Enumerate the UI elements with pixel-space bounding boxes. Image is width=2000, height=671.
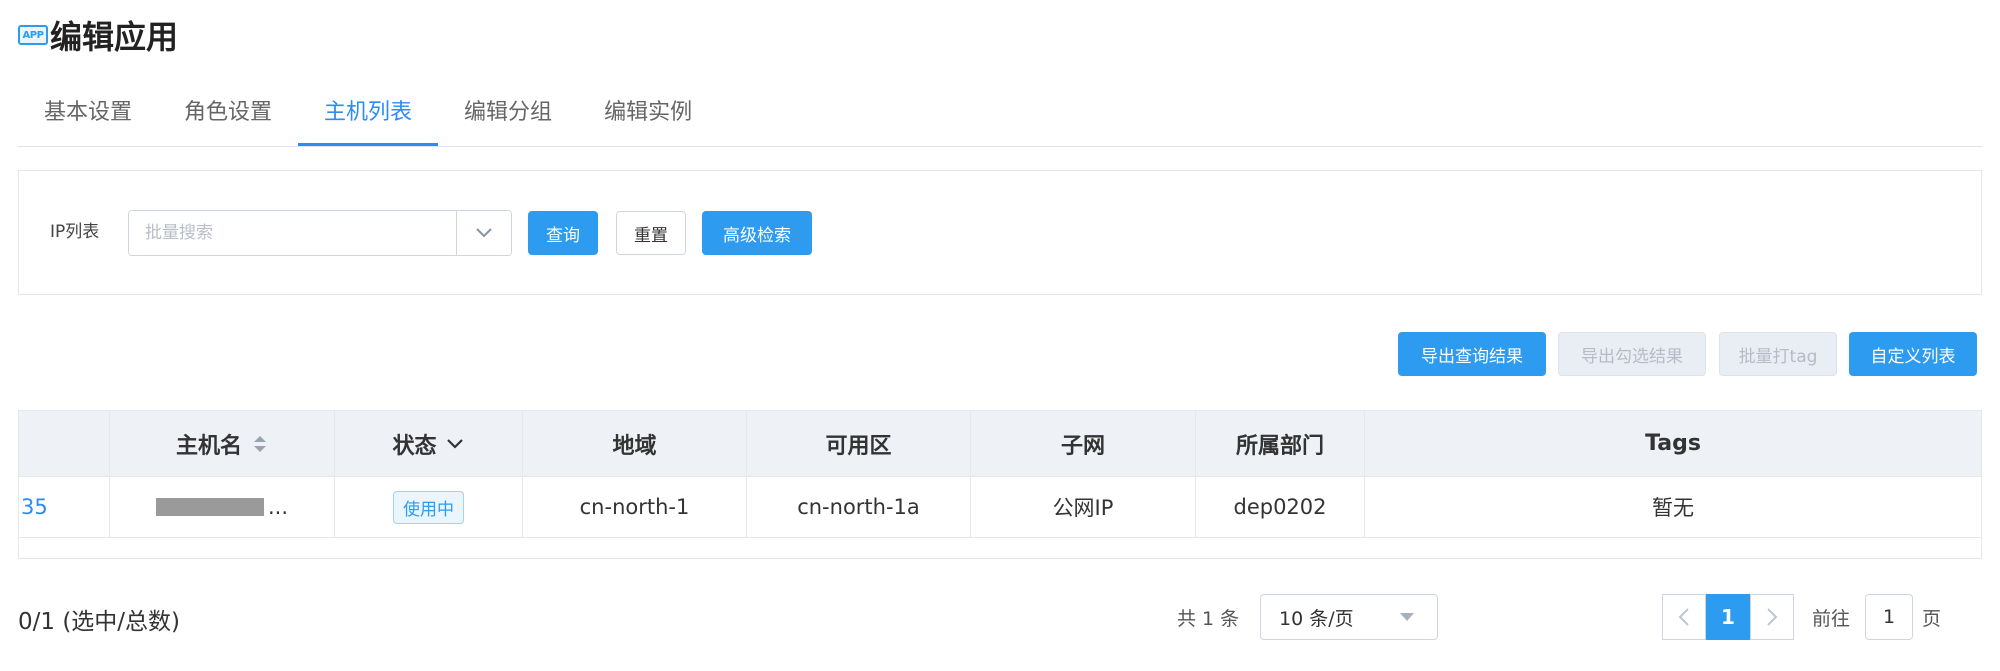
tab-basic-settings[interactable]: 基本设置 (18, 88, 158, 146)
table-header: 主机名 状态 地域 可用区 子网 所属部门 Tags (19, 411, 1981, 476)
search-dropdown-button[interactable] (456, 211, 511, 255)
page-size-value: 10 条/页 (1279, 607, 1354, 630)
page-number-current[interactable]: 1 (1706, 594, 1750, 640)
redacted-block (155, 498, 264, 516)
chevron-down-icon[interactable] (445, 437, 465, 451)
prev-page-button[interactable] (1662, 594, 1706, 640)
tab-host-list[interactable]: 主机列表 (298, 88, 439, 146)
caret-down-icon (1400, 613, 1414, 621)
reset-button[interactable]: 重置 (616, 211, 686, 255)
tab-edit-groups[interactable]: 编辑分组 (438, 88, 578, 146)
page-size-select[interactable]: 10 条/页 (1260, 594, 1438, 640)
row-zone: cn-north-1a (747, 477, 971, 537)
chevron-right-icon (1767, 608, 1778, 626)
header-department: 所属部门 (1196, 411, 1365, 476)
next-page-button[interactable] (1750, 594, 1794, 640)
row-region: cn-north-1 (523, 477, 747, 537)
ip-search-select[interactable] (128, 210, 512, 256)
selection-count: 0/1 (选中/总数) (18, 609, 181, 635)
header-checkbox-col (19, 411, 110, 476)
sort-icon[interactable] (252, 434, 268, 454)
ip-search-input[interactable] (129, 211, 456, 255)
batch-tag-button[interactable]: 批量打tag (1719, 332, 1837, 376)
page-unit-label: 页 (1922, 608, 1942, 630)
header-zone: 可用区 (747, 411, 971, 476)
header-hostname-label: 主机名 (175, 433, 242, 459)
host-table: 主机名 状态 地域 可用区 子网 所属部门 Tags 35 ... 使用中 cn… (18, 410, 1982, 559)
chevron-down-icon (476, 228, 492, 238)
header-tags: Tags (1645, 431, 1701, 456)
table-row: 35 ... 使用中 cn-north-1 cn-north-1a 公网IP d… (19, 476, 1981, 538)
row-subnet: 公网IP (971, 477, 1196, 537)
chevron-left-icon (1678, 608, 1689, 626)
tab-role-settings[interactable]: 角色设置 (158, 88, 298, 146)
tab-edit-instances[interactable]: 编辑实例 (578, 88, 718, 146)
export-selected-results-button[interactable]: 导出勾选结果 (1558, 332, 1706, 376)
row-hostname-suffix: ... (267, 495, 289, 519)
row-department: dep0202 (1196, 477, 1365, 537)
custom-columns-button[interactable]: 自定义列表 (1849, 332, 1977, 376)
app-badge-icon: APP (18, 25, 48, 45)
row-id-link[interactable]: 35 (19, 477, 110, 537)
status-badge: 使用中 (393, 490, 464, 524)
header-hostname[interactable]: 主机名 (110, 411, 335, 476)
total-count: 共 1 条 (1177, 608, 1240, 630)
tab-bar: 基本设置 角色设置 主机列表 编辑分组 编辑实例 (18, 88, 1982, 147)
row-tags: 暂无 (1652, 496, 1694, 520)
header-status-label: 状态 (392, 433, 437, 459)
row-hostname: ... (110, 477, 335, 537)
header-status[interactable]: 状态 (335, 411, 523, 476)
export-query-results-button[interactable]: 导出查询结果 (1398, 332, 1546, 376)
ip-list-label: IP列表 (50, 222, 100, 242)
row-status: 使用中 (335, 477, 523, 537)
query-button[interactable]: 查询 (528, 211, 598, 255)
advanced-search-button[interactable]: 高级检索 (702, 211, 812, 255)
goto-label: 前往 (1812, 608, 1851, 630)
page-title: 编辑应用 (50, 18, 179, 56)
goto-page-input[interactable] (1865, 594, 1913, 640)
header-subnet: 子网 (971, 411, 1196, 476)
page-header: APP 编辑应用 (18, 10, 178, 60)
header-region: 地域 (523, 411, 747, 476)
